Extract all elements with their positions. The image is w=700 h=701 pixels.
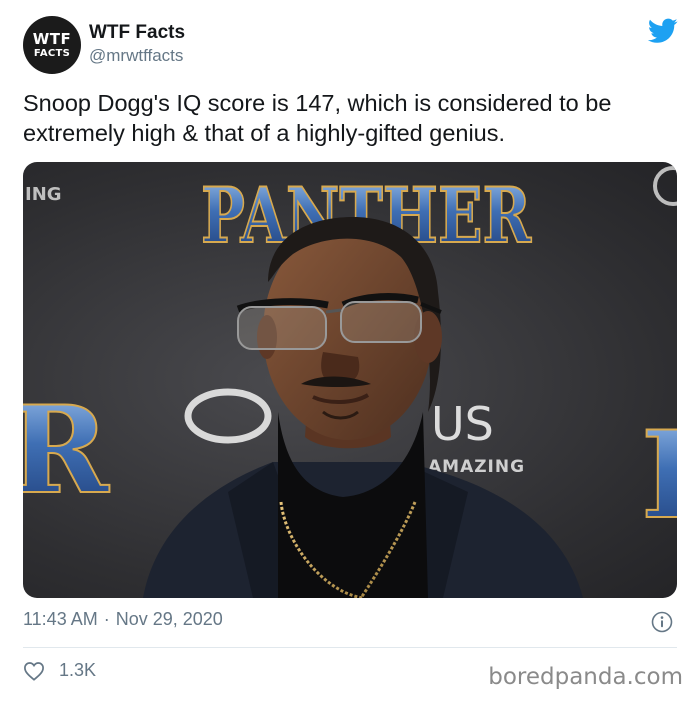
heart-icon	[24, 661, 44, 681]
brand-text: US	[431, 397, 494, 451]
photo-illustration: PANTHER ING R P US AMAZING	[23, 166, 677, 598]
brand-logo	[184, 388, 272, 444]
display-name[interactable]: WTF Facts	[89, 22, 185, 44]
tweet-timestamp[interactable]: 11:43 AM · Nov 29, 2020	[23, 609, 223, 630]
right-banner-letter: P	[641, 405, 677, 546]
twitter-bird-icon[interactable]	[648, 18, 678, 44]
watermark: boredpanda.com	[488, 664, 683, 690]
divider	[23, 647, 677, 648]
tweet-text: Snoop Dogg's IQ score is 147, which is c…	[23, 90, 612, 146]
tweet-date: Nov 29, 2020	[115, 609, 223, 629]
like-count: 1.3K	[59, 660, 97, 680]
user-handle[interactable]: @mrwtffacts	[89, 46, 183, 66]
corner-logo	[653, 166, 677, 206]
left-edge-text: ING	[25, 184, 62, 205]
avatar-text-top: WTF	[32, 29, 72, 48]
meta-separator: ·	[103, 609, 110, 629]
like-button[interactable]: 1.3K	[23, 660, 96, 681]
tweet-time: 11:43 AM	[23, 609, 98, 629]
left-banner-letter: R	[23, 380, 110, 521]
tweet-photo[interactable]: PANTHER ING R P US AMAZING	[23, 162, 677, 598]
info-icon[interactable]	[651, 611, 673, 633]
avatar[interactable]: WTF FACTS	[23, 16, 81, 74]
avatar-text-bottom: FACTS	[33, 47, 71, 59]
